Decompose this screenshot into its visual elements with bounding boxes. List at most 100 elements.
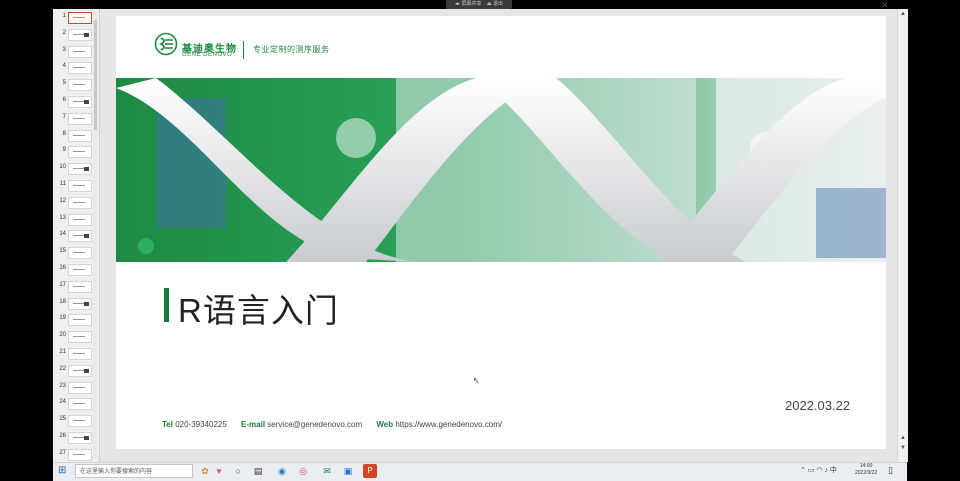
thumbnail-number: 24 [59,399,66,406]
thumbnail-text-line [73,319,85,321]
thumbnail-text-line [73,336,85,338]
task-view-icon[interactable]: ○ [231,464,245,478]
thumbnail-text-line [73,386,85,388]
thumbnail-number: 22 [59,365,66,372]
thumbnail-text-line [73,134,85,136]
thumbnail-preview[interactable] [68,230,92,243]
thumbnail-preview[interactable] [68,45,92,58]
thumbnail-number: 14 [59,231,66,238]
thumbnail-text-line [73,252,85,254]
thumbnail-preview[interactable] [68,297,92,310]
thumbnail-preview[interactable] [68,448,92,461]
thumbnail-scroll-thumb[interactable] [94,20,97,130]
thumbnail-preview[interactable] [68,364,92,377]
exit-share-button[interactable]: ⏏ 退出 [487,1,503,7]
thumbnail-preview[interactable] [68,129,92,142]
wechat-icon[interactable]: ✉ [320,464,334,478]
screen-share-bar[interactable]: ◂▸ 屏幕共享 ⏏ 退出 [446,0,512,9]
thumbnail-number: 6 [62,97,66,103]
thumbnail-preview[interactable] [68,264,92,276]
thumbnail-preview[interactable] [68,280,92,293]
logo-separator [243,41,244,59]
tel-label: Tel [162,420,173,429]
prev-slide-icon[interactable]: ▲ [899,434,907,442]
slide[interactable]: 基迪奥生物 GENE DENOVO 专业定制的测序服务 R语言入门 2022.0… [116,16,886,449]
thumbnail-text-line [73,67,85,69]
thumbnail-text-line [73,185,85,186]
web-label: Web [376,420,394,429]
thumbnail-preview[interactable] [68,398,92,411]
thumbnail-text-line [73,285,85,287]
thumbnail-preview[interactable] [68,163,92,176]
slide-title[interactable]: R语言入门 [178,284,339,332]
taskbar-search-input[interactable]: 在这里输入你要搜索的内容 [75,464,193,478]
thumbnail-number: 21 [59,349,66,355]
thumbnail-preview[interactable] [68,62,92,75]
web-value: https://www.genedenovo.com/ [395,420,503,429]
thumbnail-preview[interactable] [68,247,92,260]
taskbar-grid-icon[interactable]: ▤ [251,464,265,478]
thumbnail-text-line [73,269,85,270]
thumbnail-preview[interactable] [68,348,92,360]
notification-center-icon[interactable]: ▯ [888,465,893,476]
thumbnail-preview[interactable] [68,213,92,226]
tray-chevron-icon[interactable]: ⌃ [800,467,806,474]
thumbnail-text-line [73,117,85,119]
gene-denovo-logo-icon [154,32,178,56]
tray-wifi-icon[interactable]: ◠ [816,467,822,474]
thumbnail-number: 4 [62,63,66,70]
thumbnail-preview[interactable] [68,180,92,192]
thumbnail-text-line [73,453,85,455]
thumbnail-preview[interactable] [68,112,92,125]
clock-time: 14:00 [859,463,873,469]
title-accent-bar [164,288,169,322]
thumbnail-text-line [73,17,85,18]
next-slide-icon[interactable]: ▼ [899,444,907,452]
mascot-icon[interactable]: ♥ [212,464,226,478]
thumbnail-preview[interactable] [68,28,92,41]
tray-monitor-icon[interactable]: ▭ [808,467,815,474]
mouse-cursor-icon: ↖ [473,376,480,385]
thumbnail-text-line [73,84,85,86]
thumbnail-text-line [73,420,85,422]
edge-browser-icon[interactable]: ◉ [275,464,289,478]
thumbnail-image-mark [84,167,89,172]
thumbnail-number: 1 [62,13,66,19]
powerpoint-icon[interactable]: P [363,464,377,478]
cortana-mascot-icon[interactable]: ✿ [198,464,212,478]
thumbnail-preview[interactable] [68,432,92,444]
tray-volume-icon[interactable]: ♪ [824,467,828,474]
thumbnail-number: 12 [59,197,66,204]
email-label: E-mail [241,420,266,429]
slide-date[interactable]: 2022.03.22 [785,398,850,413]
thumbnail-preview[interactable] [68,96,92,108]
thumbnail-text-line [73,403,85,405]
thumbnail-number: 3 [62,46,66,53]
taskbar-clock[interactable]: 14:00 2022/3/22 [855,463,877,477]
thumbnail-image-mark [84,436,89,440]
thumbnail-text-line [73,353,85,354]
tel-value: 020-39340225 [175,420,227,429]
thumbnail-preview[interactable] [68,196,92,209]
thumbnail-number: 26 [59,433,66,439]
thumbnail-preview[interactable] [68,331,92,344]
thumbnail-text-line [73,50,85,52]
thumbnail-preview[interactable] [68,146,92,159]
thumbnail-preview[interactable] [68,314,92,327]
chrome-browser-icon[interactable]: ◎ [296,464,310,478]
thumbnail-number: 20 [59,332,66,339]
tray-language[interactable]: 中 [830,467,837,474]
thumbnail-preview[interactable] [68,415,92,428]
system-tray[interactable]: ⌃ ▭ ◠ ♪ 中 [800,465,837,475]
thumbnail-image-mark [84,100,89,104]
editor-vertical-scrollbar[interactable]: ▲ ▲ ▼ [897,9,908,462]
thumbnail-preview[interactable] [68,381,92,394]
thumbnail-number: 5 [62,80,66,87]
thumbnail-image-mark [84,32,89,37]
slogan: 专业定制的测序服务 [253,45,330,54]
thumbnail-preview[interactable] [68,12,92,24]
scroll-up-icon[interactable]: ▲ [899,10,907,18]
thumbnail-preview[interactable] [68,79,92,92]
windows-start-icon[interactable]: ⊞ [58,465,66,476]
meeting-app-icon[interactable]: ▣ [341,464,355,478]
